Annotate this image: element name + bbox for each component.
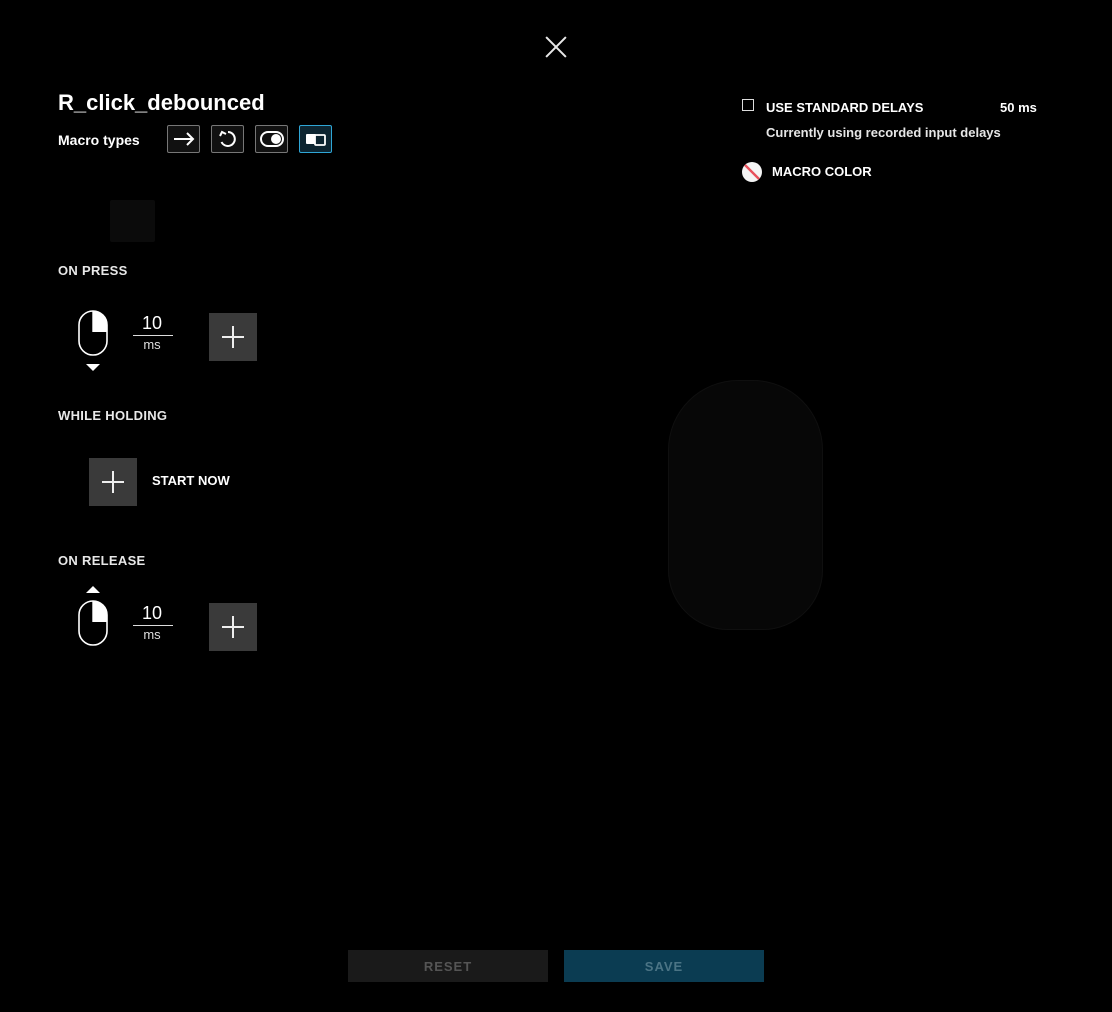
close-button[interactable] bbox=[544, 35, 568, 59]
sequence-icon bbox=[305, 134, 326, 146]
macro-color-label[interactable]: MACRO COLOR bbox=[772, 164, 872, 179]
reset-button[interactable]: RESET bbox=[348, 950, 548, 982]
on-press-delay-value[interactable]: 10 bbox=[132, 313, 172, 334]
macro-name-title[interactable]: R_click_debounced bbox=[58, 90, 265, 116]
start-now-label: START NOW bbox=[152, 473, 230, 488]
on-release-delay-unit: ms bbox=[143, 627, 161, 642]
no-color-icon[interactable] bbox=[741, 161, 763, 183]
on-press-add-button[interactable] bbox=[209, 313, 257, 361]
standard-delay-value[interactable]: 50 ms bbox=[1000, 100, 1037, 115]
on-release-label: ON RELEASE bbox=[58, 553, 146, 568]
on-release-add-button[interactable] bbox=[209, 603, 257, 651]
background-mouse-image bbox=[668, 380, 823, 630]
macro-type-sequence-button[interactable] bbox=[299, 125, 332, 153]
while-holding-label: WHILE HOLDING bbox=[58, 408, 168, 423]
save-button[interactable]: SAVE bbox=[564, 950, 764, 982]
mouse-right-click-icon[interactable] bbox=[78, 600, 108, 646]
chevron-up-icon bbox=[86, 586, 100, 593]
arrow-right-icon bbox=[173, 132, 194, 146]
delay-divider bbox=[133, 335, 173, 336]
mouse-right-click-icon[interactable] bbox=[78, 310, 108, 356]
delay-mode-note: Currently using recorded input delays bbox=[766, 125, 1001, 140]
delay-divider bbox=[133, 625, 173, 626]
while-holding-add-button[interactable] bbox=[89, 458, 137, 506]
on-press-label: ON PRESS bbox=[58, 263, 128, 278]
chevron-down-icon bbox=[86, 364, 100, 371]
repeat-icon bbox=[218, 130, 236, 147]
macro-type-toggle-button[interactable] bbox=[255, 125, 288, 153]
toggle-icon bbox=[259, 131, 284, 147]
on-press-delay-unit: ms bbox=[143, 337, 161, 352]
background-panel bbox=[110, 200, 155, 242]
macro-types-label: Macro types bbox=[58, 132, 140, 148]
on-release-delay-value[interactable]: 10 bbox=[132, 603, 172, 624]
macro-type-repeat-button[interactable] bbox=[211, 125, 244, 153]
standard-delays-label[interactable]: USE STANDARD DELAYS bbox=[766, 100, 923, 115]
standard-delays-checkbox[interactable] bbox=[742, 99, 754, 111]
macro-type-no-repeat-button[interactable] bbox=[167, 125, 200, 153]
